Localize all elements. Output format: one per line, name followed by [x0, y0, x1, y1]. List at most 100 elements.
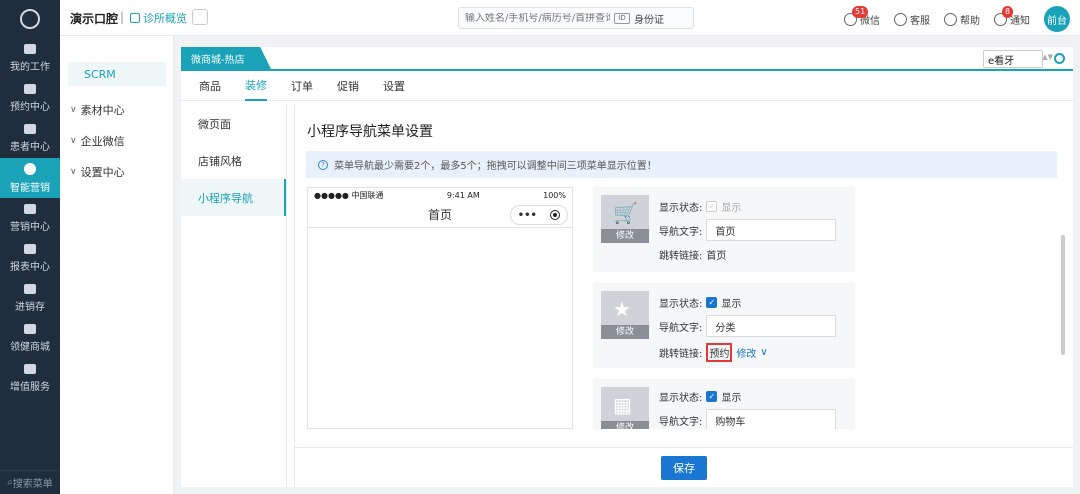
patient-search: ID 身份证 — [458, 7, 694, 29]
switch-icon[interactable] — [192, 9, 208, 25]
submenu-label: 设置中心 — [80, 165, 125, 179]
nav-inventory[interactable]: 进销存 — [0, 278, 60, 318]
store-icon — [24, 323, 36, 334]
edit-icon-button[interactable]: 修改 — [601, 325, 649, 339]
tab-products[interactable]: 商品 — [199, 71, 221, 101]
clinic-name[interactable]: 演示口腔 — [70, 10, 118, 27]
menu-miniapp-nav[interactable]: 小程序导航 — [181, 179, 286, 216]
miniapp-capsule: ••• — [510, 205, 568, 225]
status-label: 显示状态: — [659, 203, 703, 214]
nav-patients[interactable]: 患者中心 — [0, 118, 60, 158]
app-logo — [0, 0, 60, 38]
store-selector[interactable]: e看牙 — [983, 50, 1043, 68]
nav-label: 营销中心 — [10, 221, 50, 233]
nav-text-input[interactable]: 分类 — [706, 315, 837, 337]
chevron-down-icon: ∨ — [70, 104, 77, 115]
clinic-overview-link[interactable]: 诊所概览 — [130, 10, 187, 26]
link-row: 跳转链接: 预约 修改 ∨ — [659, 343, 768, 362]
status-label: 显示状态: — [659, 393, 703, 404]
question-icon: ? — [318, 159, 328, 170]
save-button[interactable]: 保存 — [661, 455, 707, 480]
nav-value-added[interactable]: 增值服务 — [0, 358, 60, 398]
tab-decoration[interactable]: 装修 — [245, 71, 267, 101]
gear-icon[interactable] — [1054, 53, 1065, 64]
id-card-icon: ID — [614, 12, 630, 24]
link-edit-button[interactable]: 修改 — [736, 345, 756, 360]
cart-icon: 🛒 修改 — [601, 195, 649, 243]
status-row: 显示状态: ✓ 显示 — [659, 389, 741, 404]
show-label: 显示 — [721, 299, 742, 310]
store-tab[interactable]: 微商城-热店 — [181, 47, 271, 69]
user-icon — [24, 123, 36, 134]
nav-text-label: 导航文字: — [659, 226, 703, 238]
help-button[interactable]: 帮助 — [944, 12, 980, 27]
menu-store-style[interactable]: 店铺风格 — [181, 142, 286, 179]
nav-reports[interactable]: 报表中心 — [0, 238, 60, 278]
caret-icon: ▲▼ — [1042, 53, 1053, 61]
apps-icon — [24, 363, 36, 374]
notice-label: 通知 — [1010, 15, 1030, 27]
footer-bar: 保存 — [295, 447, 1073, 487]
wechat-button[interactable]: 51 微信 — [844, 5, 880, 27]
submenu-label: 素材中心 — [80, 103, 125, 117]
nav-label: 领健商城 — [10, 341, 50, 353]
nav-label: 患者中心 — [10, 141, 50, 153]
service-label: 客服 — [910, 15, 930, 27]
nav-label: 增值服务 — [10, 381, 50, 393]
calendar-icon — [24, 83, 36, 94]
edit-icon-button[interactable]: 修改 — [601, 229, 649, 243]
submenu-label: 企业微信 — [80, 134, 125, 148]
wechat-badge: 51 — [852, 5, 869, 18]
close-target-icon — [550, 210, 561, 220]
status-row: 显示状态: ✓ 显示 — [659, 295, 741, 310]
cart-glyph: 🛒 — [613, 201, 638, 225]
notice-button[interactable]: 8 通知 — [994, 5, 1030, 27]
grid-glyph: ▦ — [613, 393, 632, 417]
show-label: 显示 — [721, 203, 742, 214]
chevron-down-icon[interactable]: ∨ — [760, 347, 767, 358]
tab-promotions[interactable]: 促销 — [337, 71, 359, 101]
nav-text-label: 导航文字: — [659, 416, 703, 428]
more-icon: ••• — [517, 209, 537, 221]
nav-label: 进销存 — [15, 301, 45, 313]
nav-marketing-center[interactable]: 营销中心 — [0, 198, 60, 238]
show-checkbox[interactable]: ✓ — [706, 391, 718, 402]
nav-text-row: 导航文字: 首页 — [659, 219, 837, 241]
link-row: 跳转链接: 首页 — [659, 247, 726, 262]
nav-appointments[interactable]: 预约中心 — [0, 78, 60, 118]
nav-text-input[interactable]: 购物车 — [706, 409, 837, 429]
nav-my-work[interactable]: 我的工作 — [0, 38, 60, 78]
submenu-material-center[interactable]: ∨ 素材中心 — [60, 94, 173, 125]
menu-search-placeholder: 搜索菜单 — [12, 479, 53, 490]
edit-icon-button[interactable]: 修改 — [601, 421, 649, 429]
show-checkbox[interactable]: ✓ — [706, 297, 718, 308]
submenu-settings[interactable]: ∨ 设置中心 — [60, 156, 173, 187]
link-value: 预约 — [706, 343, 733, 362]
nav-mall[interactable]: 领健商城 — [0, 318, 60, 358]
link-value: 首页 — [706, 251, 727, 262]
nav-text-input[interactable]: 首页 — [706, 219, 837, 241]
star-glyph: ★ — [613, 297, 631, 321]
scrollbar[interactable] — [1061, 235, 1065, 355]
submenu-wecom[interactable]: ∨ 企业微信 — [60, 125, 173, 156]
service-button[interactable]: 客服 — [894, 12, 930, 27]
patient-search-input[interactable] — [465, 12, 610, 24]
page-title: 小程序导航菜单设置 — [307, 124, 433, 140]
submenu-scrm[interactable]: SCRM — [68, 62, 166, 86]
notice-text: 菜单导航最少需要2个，最多5个；拖拽可以调整中间三项菜单显示位置！ — [334, 161, 657, 172]
avatar[interactable]: 前台 — [1044, 6, 1070, 32]
show-checkbox[interactable]: ✓ — [706, 201, 718, 212]
nav-label: 我的工作 — [10, 61, 50, 73]
nav-smart-marketing[interactable]: 智能营销 — [0, 158, 60, 198]
tab-orders[interactable]: 订单 — [291, 71, 313, 101]
nav-item-card: ★ 修改 显示状态: ✓ 显示 导航文字: 分类 跳转链接: 预约 修改 ∨ — [593, 283, 855, 368]
chart-icon — [24, 243, 36, 254]
id-card-button[interactable]: 身份证 — [634, 11, 664, 26]
secondary-menu: SCRM ∨ 素材中心 ∨ 企业微信 ∨ 设置中心 — [60, 36, 174, 494]
tab-settings[interactable]: 设置 — [383, 71, 405, 101]
menu-micro-page[interactable]: 微页面 — [181, 105, 286, 142]
nav-label: 报表中心 — [10, 261, 50, 273]
menu-search[interactable]: ⌕ 搜索菜单 — [0, 470, 60, 494]
link-label: 跳转链接: — [659, 349, 703, 360]
chevron-down-icon: ∨ — [70, 135, 77, 146]
